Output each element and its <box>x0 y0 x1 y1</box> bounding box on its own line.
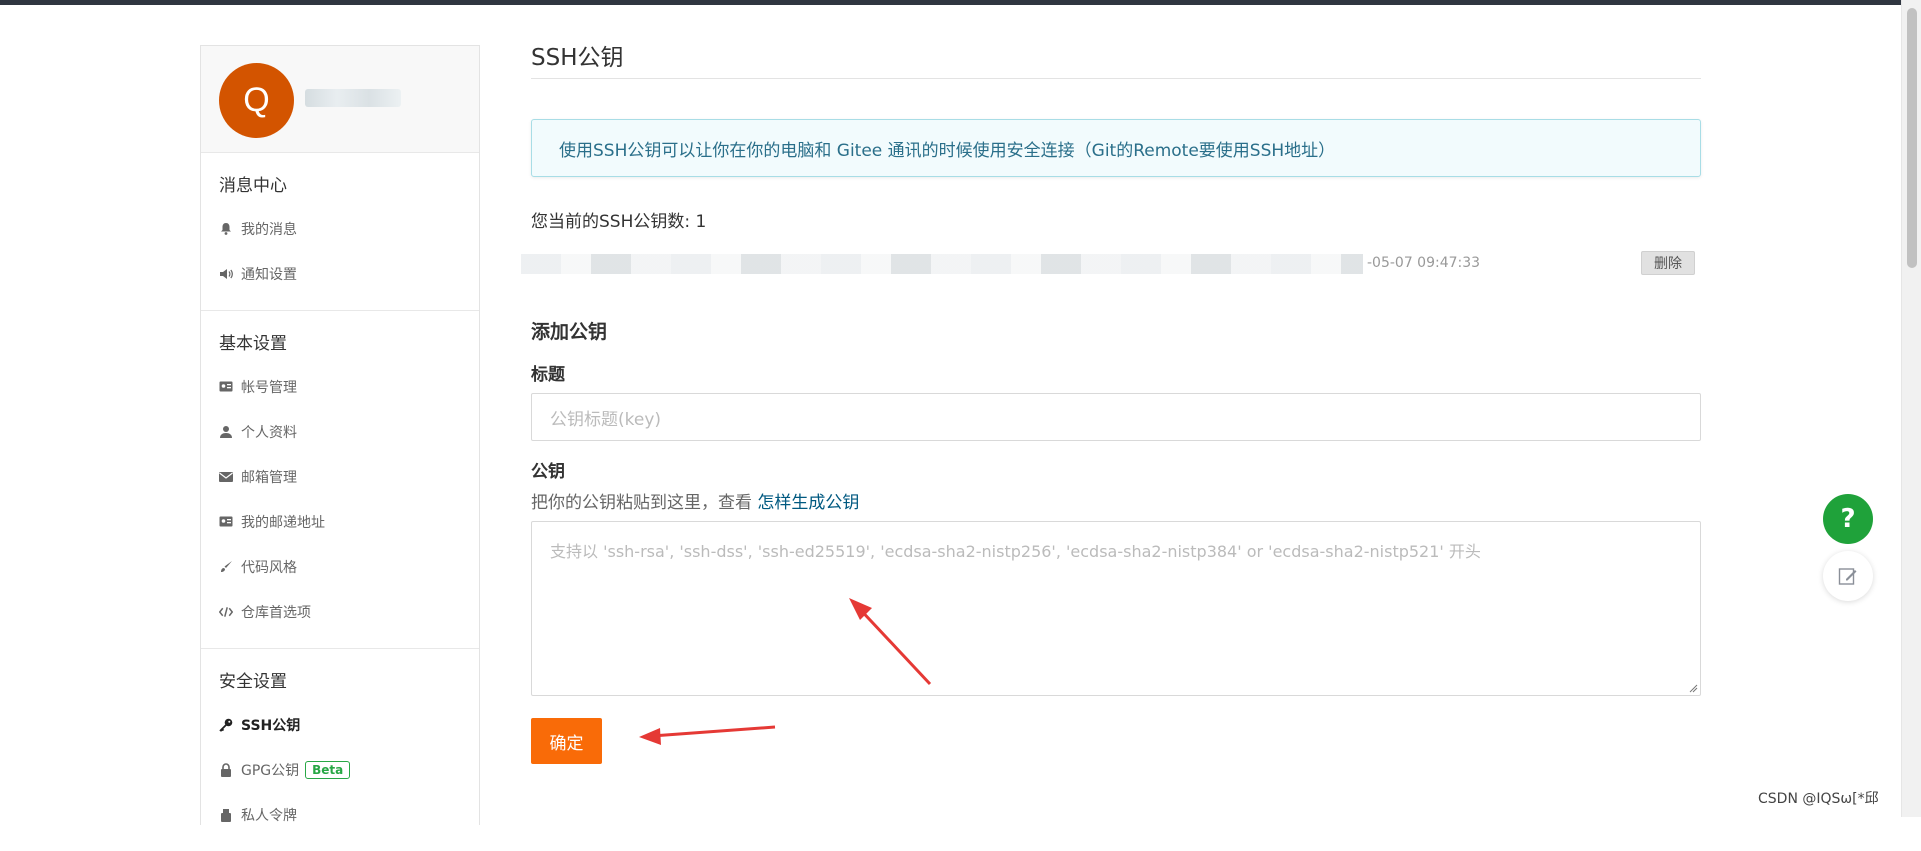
feedback-button[interactable] <box>1823 551 1873 601</box>
avatar[interactable]: Q <box>219 63 294 138</box>
title-placeholder: 公钥标题(key) <box>550 409 662 430</box>
code-icon <box>219 605 233 619</box>
delete-button[interactable]: 删除 <box>1641 251 1695 275</box>
settings-sidebar: Q 消息中心 我的消息 通知设置 基本设置 帐号管理 个人资料 邮箱管理 我的邮… <box>200 45 480 825</box>
ssh-key-count: 您当前的SSH公钥数: 1 <box>531 212 707 232</box>
sidebar-item-account[interactable]: 帐号管理 <box>201 364 479 409</box>
section-basic-settings: 基本设置 帐号管理 个人资料 邮箱管理 我的邮递地址 代码风格 仓库首选项 <box>201 311 479 649</box>
sidebar-item-gpg-keys[interactable]: GPG公钥 Beta <box>201 747 479 792</box>
sidebar-item-label: 我的邮递地址 <box>241 514 325 531</box>
main-content: SSH公钥 使用SSH公钥可以让你在你的电脑和 Gitee 通讯的时候使用安全连… <box>521 38 1701 764</box>
sidebar-item-profile[interactable]: 个人资料 <box>201 409 479 454</box>
title-label: 标题 <box>531 365 565 385</box>
username-redacted <box>305 89 401 107</box>
ssh-key-row: -05-07 09:47:33 删除 <box>521 250 1701 282</box>
scrollbar-thumb[interactable] <box>1907 8 1917 268</box>
watermark: CSDN @IQSω[*邱 <box>1758 791 1879 807</box>
sidebar-item-label: SSH公钥 <box>241 717 301 734</box>
help-button[interactable]: ? <box>1823 494 1873 544</box>
section-message-center: 消息中心 我的消息 通知设置 <box>201 153 479 311</box>
key-date: -05-07 09:47:33 <box>1367 255 1481 271</box>
page-scrollbar[interactable] <box>1901 0 1921 817</box>
brush-icon <box>219 560 233 574</box>
address-card-icon <box>219 515 233 529</box>
ssh-key-redacted <box>521 254 1363 274</box>
bell-icon <box>219 222 233 236</box>
sidebar-item-notify-settings[interactable]: 通知设置 <box>201 251 479 296</box>
sidebar-item-address[interactable]: 我的邮递地址 <box>201 499 479 544</box>
key-icon <box>219 718 233 732</box>
info-banner: 使用SSH公钥可以让你在你的电脑和 Gitee 通讯的时候使用安全连接（Git的… <box>531 119 1701 177</box>
envelope-icon <box>219 470 233 484</box>
sidebar-item-label: 私人令牌 <box>241 807 297 824</box>
speaker-icon <box>219 267 233 281</box>
sidebar-item-my-messages[interactable]: 我的消息 <box>201 206 479 251</box>
sidebar-item-label: 个人资料 <box>241 424 297 441</box>
sidebar-item-ssh-keys[interactable]: SSH公钥 <box>201 702 479 747</box>
key-label: 公钥 <box>531 462 565 482</box>
section-title: 基本设置 <box>219 334 287 354</box>
lock-icon <box>219 762 233 777</box>
section-security-settings: 安全设置 SSH公钥 GPG公钥 Beta 私人令牌 <box>201 649 479 851</box>
top-bar <box>0 0 1921 5</box>
key-placeholder: 支持以 'ssh-rsa', 'ssh-dss', 'ssh-ed25519',… <box>550 542 1481 561</box>
sidebar-item-repo-prefs[interactable]: 仓库首选项 <box>201 589 479 634</box>
sidebar-item-email[interactable]: 邮箱管理 <box>201 454 479 499</box>
confirm-button[interactable]: 确定 <box>531 718 602 764</box>
user-icon <box>219 425 233 439</box>
key-hint: 把你的公钥粘贴到这里，查看 怎样生成公钥 <box>531 488 1701 513</box>
sidebar-item-private-tokens[interactable]: 私人令牌 <box>201 792 479 837</box>
page-title: SSH公钥 <box>531 38 1701 79</box>
section-title: 安全设置 <box>219 672 287 692</box>
edit-icon <box>1838 568 1857 585</box>
id-card-icon <box>219 380 233 394</box>
sidebar-item-label: 仓库首选项 <box>241 604 311 621</box>
profile-card: Q <box>201 46 479 153</box>
section-title: 消息中心 <box>219 176 287 196</box>
sidebar-item-label: 我的消息 <box>241 221 297 238</box>
add-key-heading: 添加公钥 <box>531 321 608 343</box>
sidebar-item-label: 帐号管理 <box>241 379 297 396</box>
sidebar-item-label: 通知设置 <box>241 266 297 283</box>
beta-badge: Beta <box>305 760 351 779</box>
resize-handle-icon[interactable] <box>1688 683 1698 693</box>
sidebar-item-label: 代码风格 <box>241 559 297 576</box>
key-textarea[interactable]: 支持以 'ssh-rsa', 'ssh-dss', 'ssh-ed25519',… <box>531 521 1701 696</box>
key-title-input[interactable]: 公钥标题(key) <box>531 393 1701 441</box>
hint-text: 把你的公钥粘贴到这里，查看 <box>531 493 758 513</box>
sidebar-item-label: 邮箱管理 <box>241 469 297 486</box>
how-to-generate-link[interactable]: 怎样生成公钥 <box>757 493 859 513</box>
sidebar-item-label: GPG公钥 <box>241 762 300 779</box>
info-text: 使用SSH公钥可以让你在你的电脑和 Gitee 通讯的时候使用安全连接（Git的… <box>559 140 1336 161</box>
token-icon <box>219 808 233 822</box>
sidebar-item-code-style[interactable]: 代码风格 <box>201 544 479 589</box>
